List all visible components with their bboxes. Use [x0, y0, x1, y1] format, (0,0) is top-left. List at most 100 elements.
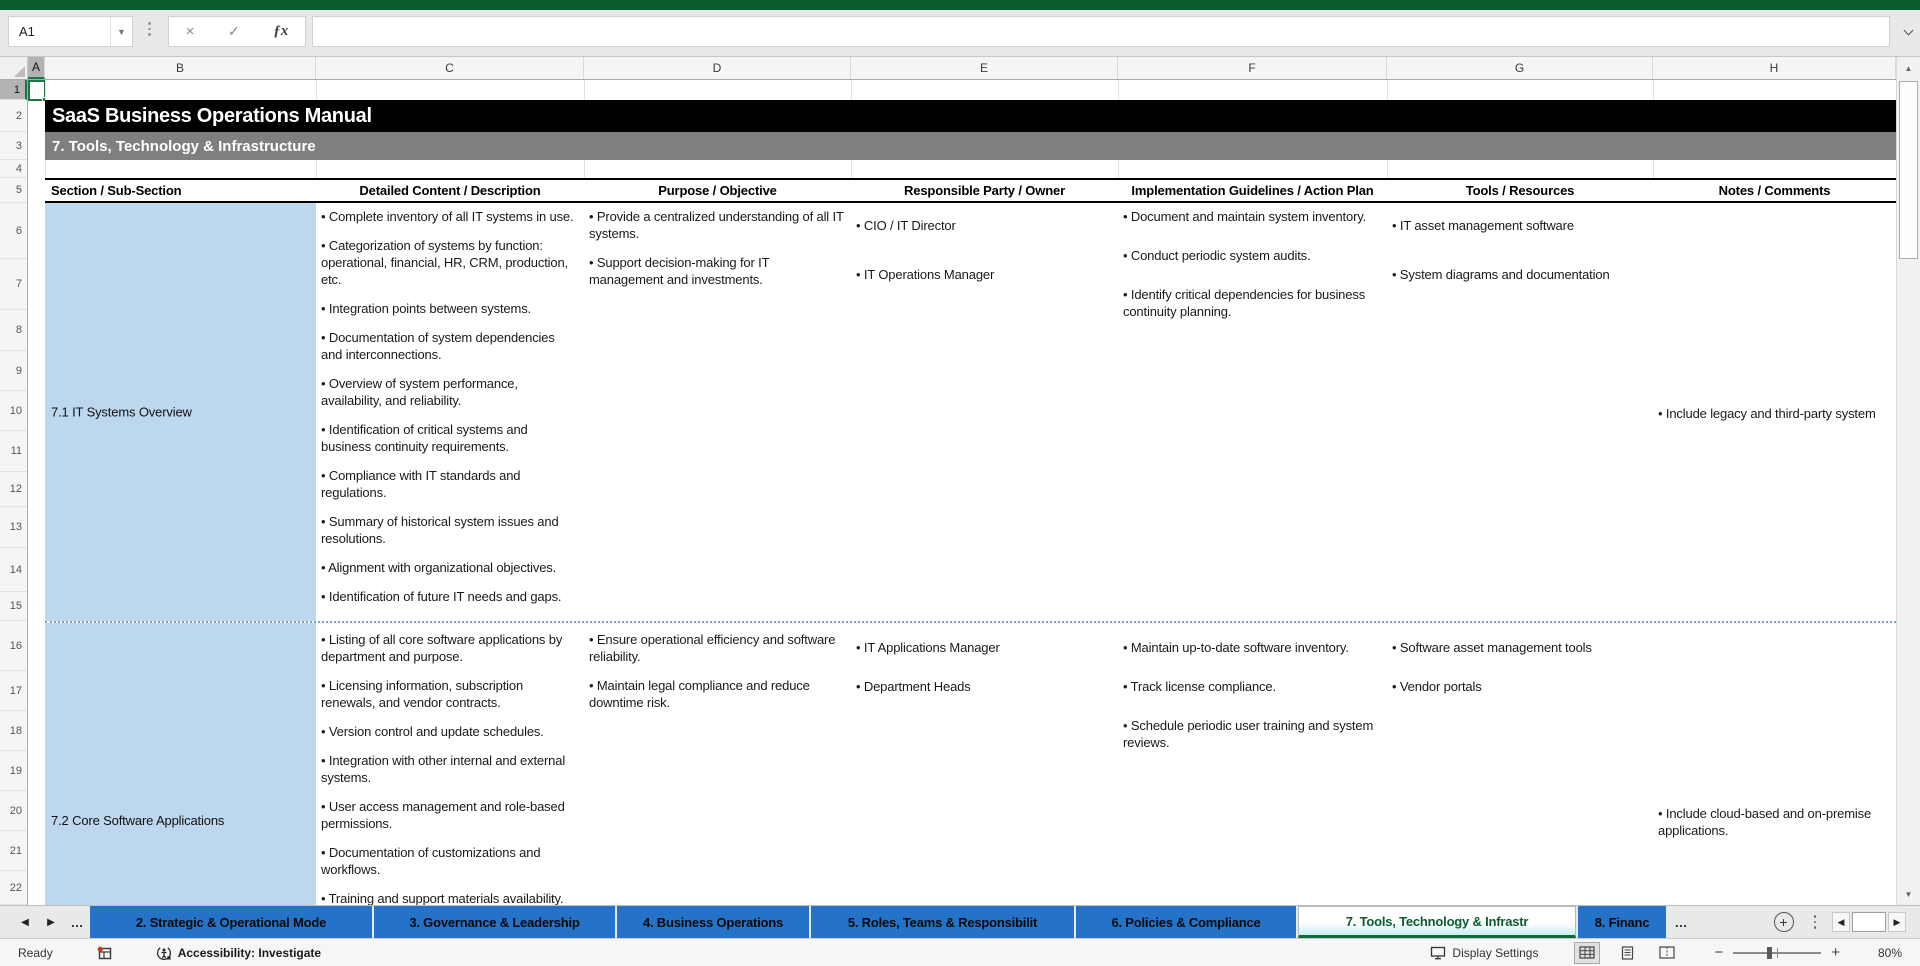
- row-header-14[interactable]: 14: [0, 548, 27, 592]
- bullet-text: • Schedule periodic user training and sy…: [1123, 718, 1374, 750]
- column-header-g[interactable]: G: [1387, 57, 1653, 79]
- sheet-tab[interactable]: 3. Governance & Leadership: [374, 906, 615, 938]
- h-scroll-left-icon[interactable]: ◀: [1832, 912, 1850, 932]
- enter-icon[interactable]: ✓: [228, 23, 240, 40]
- row-header-8[interactable]: 8: [0, 310, 27, 351]
- sheet-tab-bar: ◀ ▶ … 2. Strategic & Operational Mode 3. …: [0, 905, 1920, 938]
- row-header-3[interactable]: 3: [0, 132, 27, 160]
- name-box[interactable]: A1 ▼: [8, 16, 133, 47]
- row-header-22[interactable]: 22: [0, 871, 27, 905]
- column-header-h[interactable]: H: [1653, 57, 1896, 79]
- row-header-9[interactable]: 9: [0, 351, 27, 391]
- zoom-slider-midpoint: [1777, 947, 1779, 958]
- zoom-slider[interactable]: [1733, 946, 1822, 959]
- scroll-down-icon[interactable]: ▼: [1897, 883, 1920, 905]
- bullet-text: • IT Applications Manager: [856, 640, 1000, 655]
- table-header-cell[interactable]: Purpose / Objective: [584, 180, 851, 201]
- sheet-tab[interactable]: 2. Strategic & Operational Mode: [90, 906, 372, 938]
- table-header-cell[interactable]: Notes / Comments: [1653, 180, 1896, 201]
- add-sheet-button[interactable]: +: [1773, 912, 1794, 932]
- table-header-cell[interactable]: Responsible Party / Owner: [851, 180, 1118, 201]
- h-scroll-right-icon[interactable]: ▶: [1888, 912, 1906, 932]
- zoom-out-button[interactable]: −: [1714, 944, 1723, 961]
- tools-cell[interactable]: • Software asset management tools • Vendo…: [1387, 623, 1653, 905]
- horizontal-scroll-thumb[interactable]: [1852, 912, 1886, 932]
- sheet-tab[interactable]: 5. Roles, Teams & Responsibilit: [811, 906, 1074, 938]
- implementation-cell[interactable]: • Maintain up-to-date software inventory…: [1118, 623, 1387, 905]
- table-header-cell[interactable]: Section / Sub-Section: [45, 180, 316, 201]
- responsible-cell[interactable]: • CIO / IT Director • IT Operations Manag…: [851, 203, 1118, 621]
- row-header-11[interactable]: 11: [0, 431, 27, 472]
- row-header-15[interactable]: 15: [0, 592, 27, 621]
- sheet-title-cell[interactable]: SaaS Business Operations Manual: [45, 100, 1896, 132]
- section-label-cell[interactable]: 7.1 IT Systems Overview: [45, 203, 316, 621]
- table-header-cell[interactable]: Implementation Guidelines / Action Plan: [1118, 180, 1387, 201]
- select-all-corner[interactable]: [0, 57, 28, 79]
- purpose-cell[interactable]: • Ensure operational efficiency and soft…: [584, 623, 851, 905]
- view-page-break-button[interactable]: [1654, 942, 1680, 964]
- responsible-cell[interactable]: • IT Applications Manager • Department He…: [851, 623, 1118, 905]
- gridline: [1387, 80, 1388, 100]
- cancel-icon[interactable]: ×: [186, 23, 195, 40]
- column-header-b[interactable]: B: [45, 57, 316, 79]
- row-header-18[interactable]: 18: [0, 711, 27, 751]
- table-header-cell[interactable]: Detailed Content / Description: [316, 180, 584, 201]
- formula-bar-expand-button[interactable]: [1900, 24, 1916, 40]
- vertical-scroll-thumb[interactable]: [1899, 81, 1918, 259]
- row-header-12[interactable]: 12: [0, 472, 27, 507]
- view-page-layout-button[interactable]: [1614, 942, 1640, 964]
- row-header-20[interactable]: 20: [0, 791, 27, 831]
- tab-overflow-right-ellipsis[interactable]: …: [1668, 906, 1694, 938]
- sheet-grid[interactable]: SaaS Business Operations Manual 7. Tools…: [28, 80, 1896, 905]
- insert-function-icon[interactable]: ƒx: [273, 23, 288, 40]
- zoom-level[interactable]: 80%: [1856, 946, 1902, 960]
- column-header-d[interactable]: D: [584, 57, 851, 79]
- implementation-cell[interactable]: • Document and maintain system inventory…: [1118, 203, 1387, 621]
- zoom-slider-thumb[interactable]: [1766, 946, 1772, 959]
- zoom-in-button[interactable]: +: [1831, 944, 1840, 961]
- sheet-tab[interactable]: 8. Financ: [1578, 906, 1666, 938]
- bullet-text: • Support decision-making for IT managem…: [589, 255, 770, 287]
- row-header-21[interactable]: 21: [0, 831, 27, 871]
- sheet-tab[interactable]: 6. Policies & Compliance: [1076, 906, 1296, 938]
- sheet-subtitle-cell[interactable]: 7. Tools, Technology & Infrastructure: [45, 132, 1896, 160]
- tab-options-dots-icon[interactable]: [1813, 915, 1816, 929]
- sheet-tab-active[interactable]: 7. Tools, Technology & Infrastr: [1298, 906, 1576, 938]
- macro-record-button[interactable]: [97, 946, 112, 960]
- display-settings-button[interactable]: Display Settings: [1430, 946, 1538, 960]
- notes-cell[interactable]: • Include legacy and third-party system: [1658, 405, 1896, 422]
- row-header-6[interactable]: 6: [0, 203, 27, 259]
- scroll-up-icon[interactable]: ▲: [1897, 57, 1920, 79]
- tab-scroll-right-icon[interactable]: ▶: [38, 906, 64, 938]
- row-header-2[interactable]: 2: [0, 100, 27, 132]
- view-normal-button[interactable]: [1574, 941, 1601, 964]
- sheet-tab[interactable]: 4. Business Operations: [617, 906, 809, 938]
- detailed-content-cell[interactable]: • Listing of all core software applicati…: [316, 623, 584, 905]
- detailed-content-cell[interactable]: • Complete inventory of all IT systems i…: [316, 203, 584, 621]
- notes-cell[interactable]: • Include cloud-based and on-premise app…: [1658, 805, 1896, 839]
- accessibility-status[interactable]: Accessibility: Investigate: [156, 945, 321, 961]
- tools-cell[interactable]: • IT asset management software • System d…: [1387, 203, 1653, 621]
- section-label-cell[interactable]: 7.2 Core Software Applications: [45, 623, 316, 905]
- row-header-4[interactable]: 4: [0, 160, 27, 178]
- name-box-dropdown-icon[interactable]: ▼: [110, 17, 132, 46]
- row-header-7[interactable]: 7: [0, 259, 27, 310]
- row-header-5[interactable]: 5: [0, 178, 27, 203]
- row-header-17[interactable]: 17: [0, 671, 27, 711]
- vertical-scrollbar[interactable]: ▲ ▼: [1896, 57, 1920, 905]
- column-header-f[interactable]: F: [1118, 57, 1387, 79]
- row-header-13[interactable]: 13: [0, 507, 27, 548]
- column-header-a[interactable]: A: [28, 57, 45, 79]
- row-header-19[interactable]: 19: [0, 751, 27, 791]
- row-header-16[interactable]: 16: [0, 621, 27, 671]
- purpose-cell[interactable]: • Provide a centralized understanding of…: [584, 203, 851, 621]
- tab-scroll-left-icon[interactable]: ◀: [12, 906, 38, 938]
- tab-overflow-left-ellipsis[interactable]: …: [64, 906, 90, 938]
- row-header-10[interactable]: 10: [0, 391, 27, 431]
- formula-input[interactable]: [312, 16, 1890, 47]
- column-header-c[interactable]: C: [316, 57, 584, 79]
- table-header-cell[interactable]: Tools / Resources: [1387, 180, 1653, 201]
- display-settings-icon: [1431, 946, 1446, 959]
- row-header-1[interactable]: 1: [0, 80, 27, 100]
- column-header-e[interactable]: E: [851, 57, 1118, 79]
